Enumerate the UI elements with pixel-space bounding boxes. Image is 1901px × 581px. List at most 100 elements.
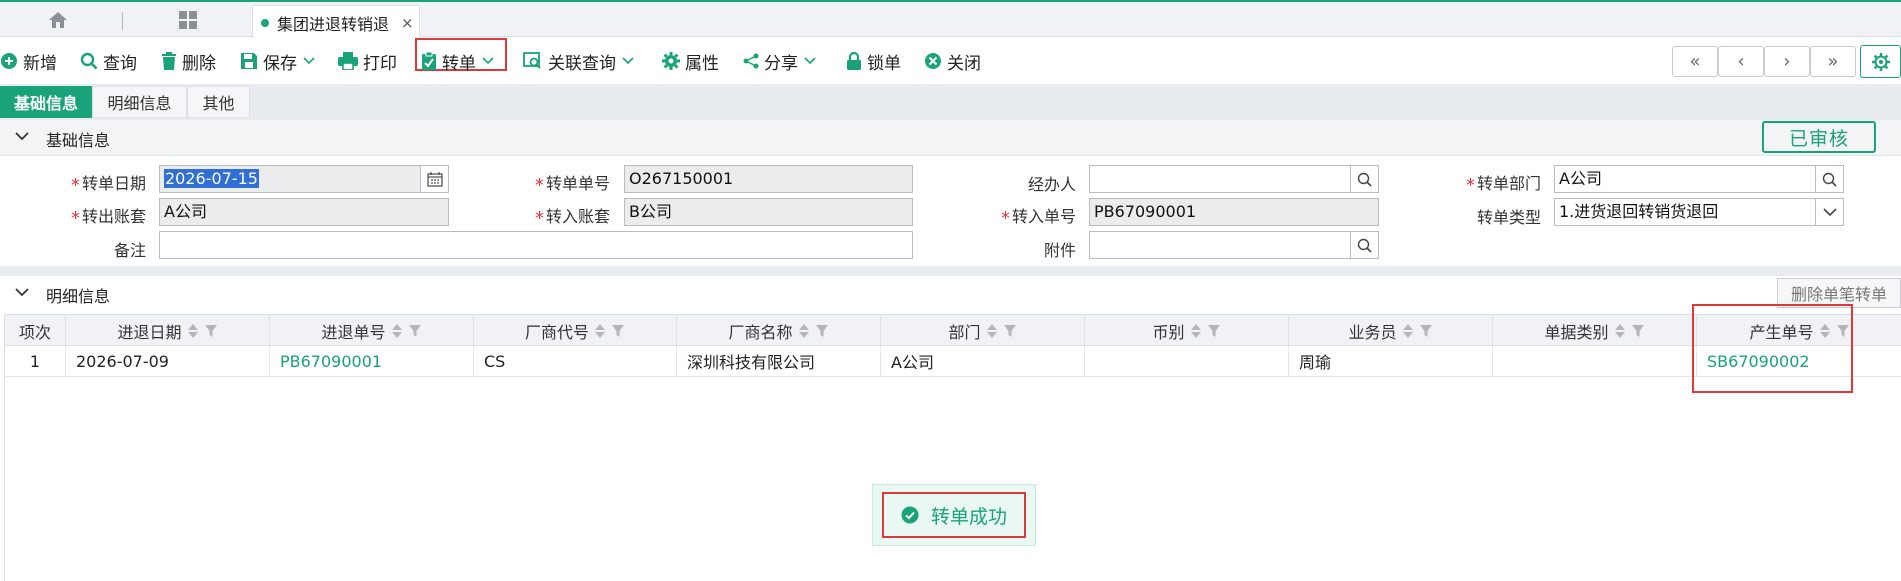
settings-button[interactable] <box>1860 45 1901 78</box>
close-circle-icon <box>925 53 941 69</box>
cell-seq: 1 <box>5 346 66 376</box>
query-button[interactable]: 查询 <box>80 47 137 75</box>
next-record-button[interactable]: › <box>1764 46 1810 77</box>
transfer-date-value: 2026-07-15 <box>164 169 259 188</box>
transfer-type-select[interactable]: 1.进货退回转销货退回 <box>1554 198 1844 226</box>
tab-other[interactable]: 其他 <box>187 86 250 118</box>
tab-title: 集团进退转销退 <box>277 14 390 34</box>
column-header-vendor-name[interactable]: 厂商名称 <box>677 315 881 346</box>
add-button[interactable]: 新增 <box>0 47 57 75</box>
detail-info-header[interactable]: 明细信息 <box>0 276 1901 312</box>
filter-icon[interactable] <box>204 324 218 338</box>
sort-icon[interactable] <box>1402 323 1414 339</box>
sort-icon[interactable] <box>986 323 998 339</box>
share-label: 分享 <box>764 53 798 74</box>
lock-icon <box>847 51 861 70</box>
column-header-order-no[interactable]: 进退单号 <box>270 315 474 346</box>
filter-icon[interactable] <box>408 324 422 338</box>
out-account-field[interactable]: A公司 <box>159 198 449 226</box>
basic-info-header[interactable]: 基础信息 <box>0 120 1901 156</box>
sort-icon[interactable] <box>391 323 403 339</box>
handler-field[interactable] <box>1089 165 1379 193</box>
search-icon[interactable] <box>1350 166 1378 192</box>
out-account-label: * 转出账套 <box>70 207 146 229</box>
transfer-button[interactable]: 转单 <box>421 47 499 75</box>
column-header-currency[interactable]: 币别 <box>1085 315 1289 346</box>
close-button[interactable]: 关闭 <box>924 47 981 75</box>
filter-icon[interactable] <box>1419 324 1433 338</box>
attributes-button[interactable]: 属性 <box>662 47 719 75</box>
sort-icon[interactable] <box>187 323 199 339</box>
add-label: 新增 <box>23 53 57 74</box>
close-label: 关闭 <box>947 53 981 74</box>
attachment-label: 附件 <box>1043 241 1076 260</box>
chevron-down-icon[interactable] <box>804 57 816 65</box>
related-search-icon <box>523 52 541 69</box>
transfer-dept-label: * 转单部门 <box>1465 174 1541 196</box>
column-header-date[interactable]: 进退日期 <box>66 315 270 346</box>
lock-button[interactable]: 锁单 <box>846 47 901 75</box>
tab-basic-info[interactable]: 基础信息 <box>0 86 92 118</box>
success-toast: 转单成功 <box>872 484 1036 546</box>
filter-icon[interactable] <box>1631 324 1645 338</box>
in-account-field[interactable]: B公司 <box>624 198 913 226</box>
transfer-date-field[interactable]: 2026-07-15 <box>159 165 449 193</box>
first-record-button[interactable]: « <box>1672 46 1718 77</box>
detail-info-title: 明细信息 <box>46 287 111 306</box>
attachment-field[interactable] <box>1089 231 1379 259</box>
related-query-button[interactable]: 关联查询 <box>523 47 639 75</box>
in-no-label: * 转入单号 <box>1000 207 1076 229</box>
calendar-icon[interactable] <box>420 166 448 192</box>
sort-icon[interactable] <box>1190 323 1202 339</box>
column-header-dept[interactable]: 部门 <box>881 315 1085 346</box>
remark-field[interactable] <box>159 231 913 259</box>
chevron-down-icon[interactable] <box>14 130 30 142</box>
tab-active-document[interactable]: 集团进退转销退 × <box>252 5 420 39</box>
search-icon[interactable] <box>1815 166 1843 192</box>
chevron-down-icon[interactable] <box>303 57 315 65</box>
chevron-down-icon[interactable] <box>482 57 494 65</box>
filter-icon[interactable] <box>815 324 829 338</box>
in-no-field[interactable]: PB67090001 <box>1089 198 1379 226</box>
gear-icon <box>1871 52 1890 71</box>
chevron-down-icon[interactable] <box>1815 199 1843 225</box>
first-icon: « <box>1689 51 1701 72</box>
lock-label: 锁单 <box>867 53 901 74</box>
last-record-button[interactable]: » <box>1810 46 1856 77</box>
filter-icon[interactable] <box>1207 324 1221 338</box>
transfer-dept-value: A公司 <box>1559 169 1602 188</box>
transfer-no-field[interactable]: O267150001 <box>624 165 913 193</box>
cell-order-no-link[interactable]: PB67090001 <box>270 346 474 376</box>
transfer-no-label: * 转单单号 <box>534 174 610 196</box>
prev-record-button[interactable]: ‹ <box>1718 46 1764 77</box>
close-tab-icon[interactable]: × <box>401 14 414 32</box>
column-header-vendor-code[interactable]: 厂商代号 <box>474 315 677 346</box>
grid-menu-icon[interactable] <box>174 8 202 32</box>
share-button[interactable]: 分享 <box>743 47 821 75</box>
share-icon <box>743 53 759 69</box>
search-icon[interactable] <box>1350 232 1378 258</box>
chevron-down-icon[interactable] <box>14 286 30 298</box>
in-account-label: * 转入账套 <box>534 207 610 229</box>
save-disk-icon <box>241 53 257 69</box>
home-icon[interactable] <box>44 8 72 32</box>
sort-icon[interactable] <box>594 323 606 339</box>
print-button[interactable]: 打印 <box>338 47 397 75</box>
delete-button[interactable]: 删除 <box>161 47 216 75</box>
column-header-doc-type[interactable]: 单据类别 <box>1493 315 1697 346</box>
column-header-salesman[interactable]: 业务员 <box>1289 315 1493 346</box>
filter-icon[interactable] <box>1003 324 1017 338</box>
tab-detail-info[interactable]: 明细信息 <box>92 86 187 118</box>
check-circle-icon <box>901 506 919 524</box>
table-row[interactable]: 1 2026-07-09 PB67090001 CS 深圳科技有限公司 A公司 … <box>5 346 1901 377</box>
sort-icon[interactable] <box>1614 323 1626 339</box>
search-icon <box>80 52 98 70</box>
cell-date: 2026-07-09 <box>66 346 270 376</box>
filter-icon[interactable] <box>611 324 625 338</box>
transfer-dept-field[interactable]: A公司 <box>1554 165 1844 193</box>
cell-vendor-code: CS <box>474 346 677 376</box>
chevron-down-icon[interactable] <box>622 57 634 65</box>
column-header-seq: 项次 <box>5 315 66 346</box>
sort-icon[interactable] <box>798 323 810 339</box>
save-button[interactable]: 保存 <box>240 47 320 75</box>
